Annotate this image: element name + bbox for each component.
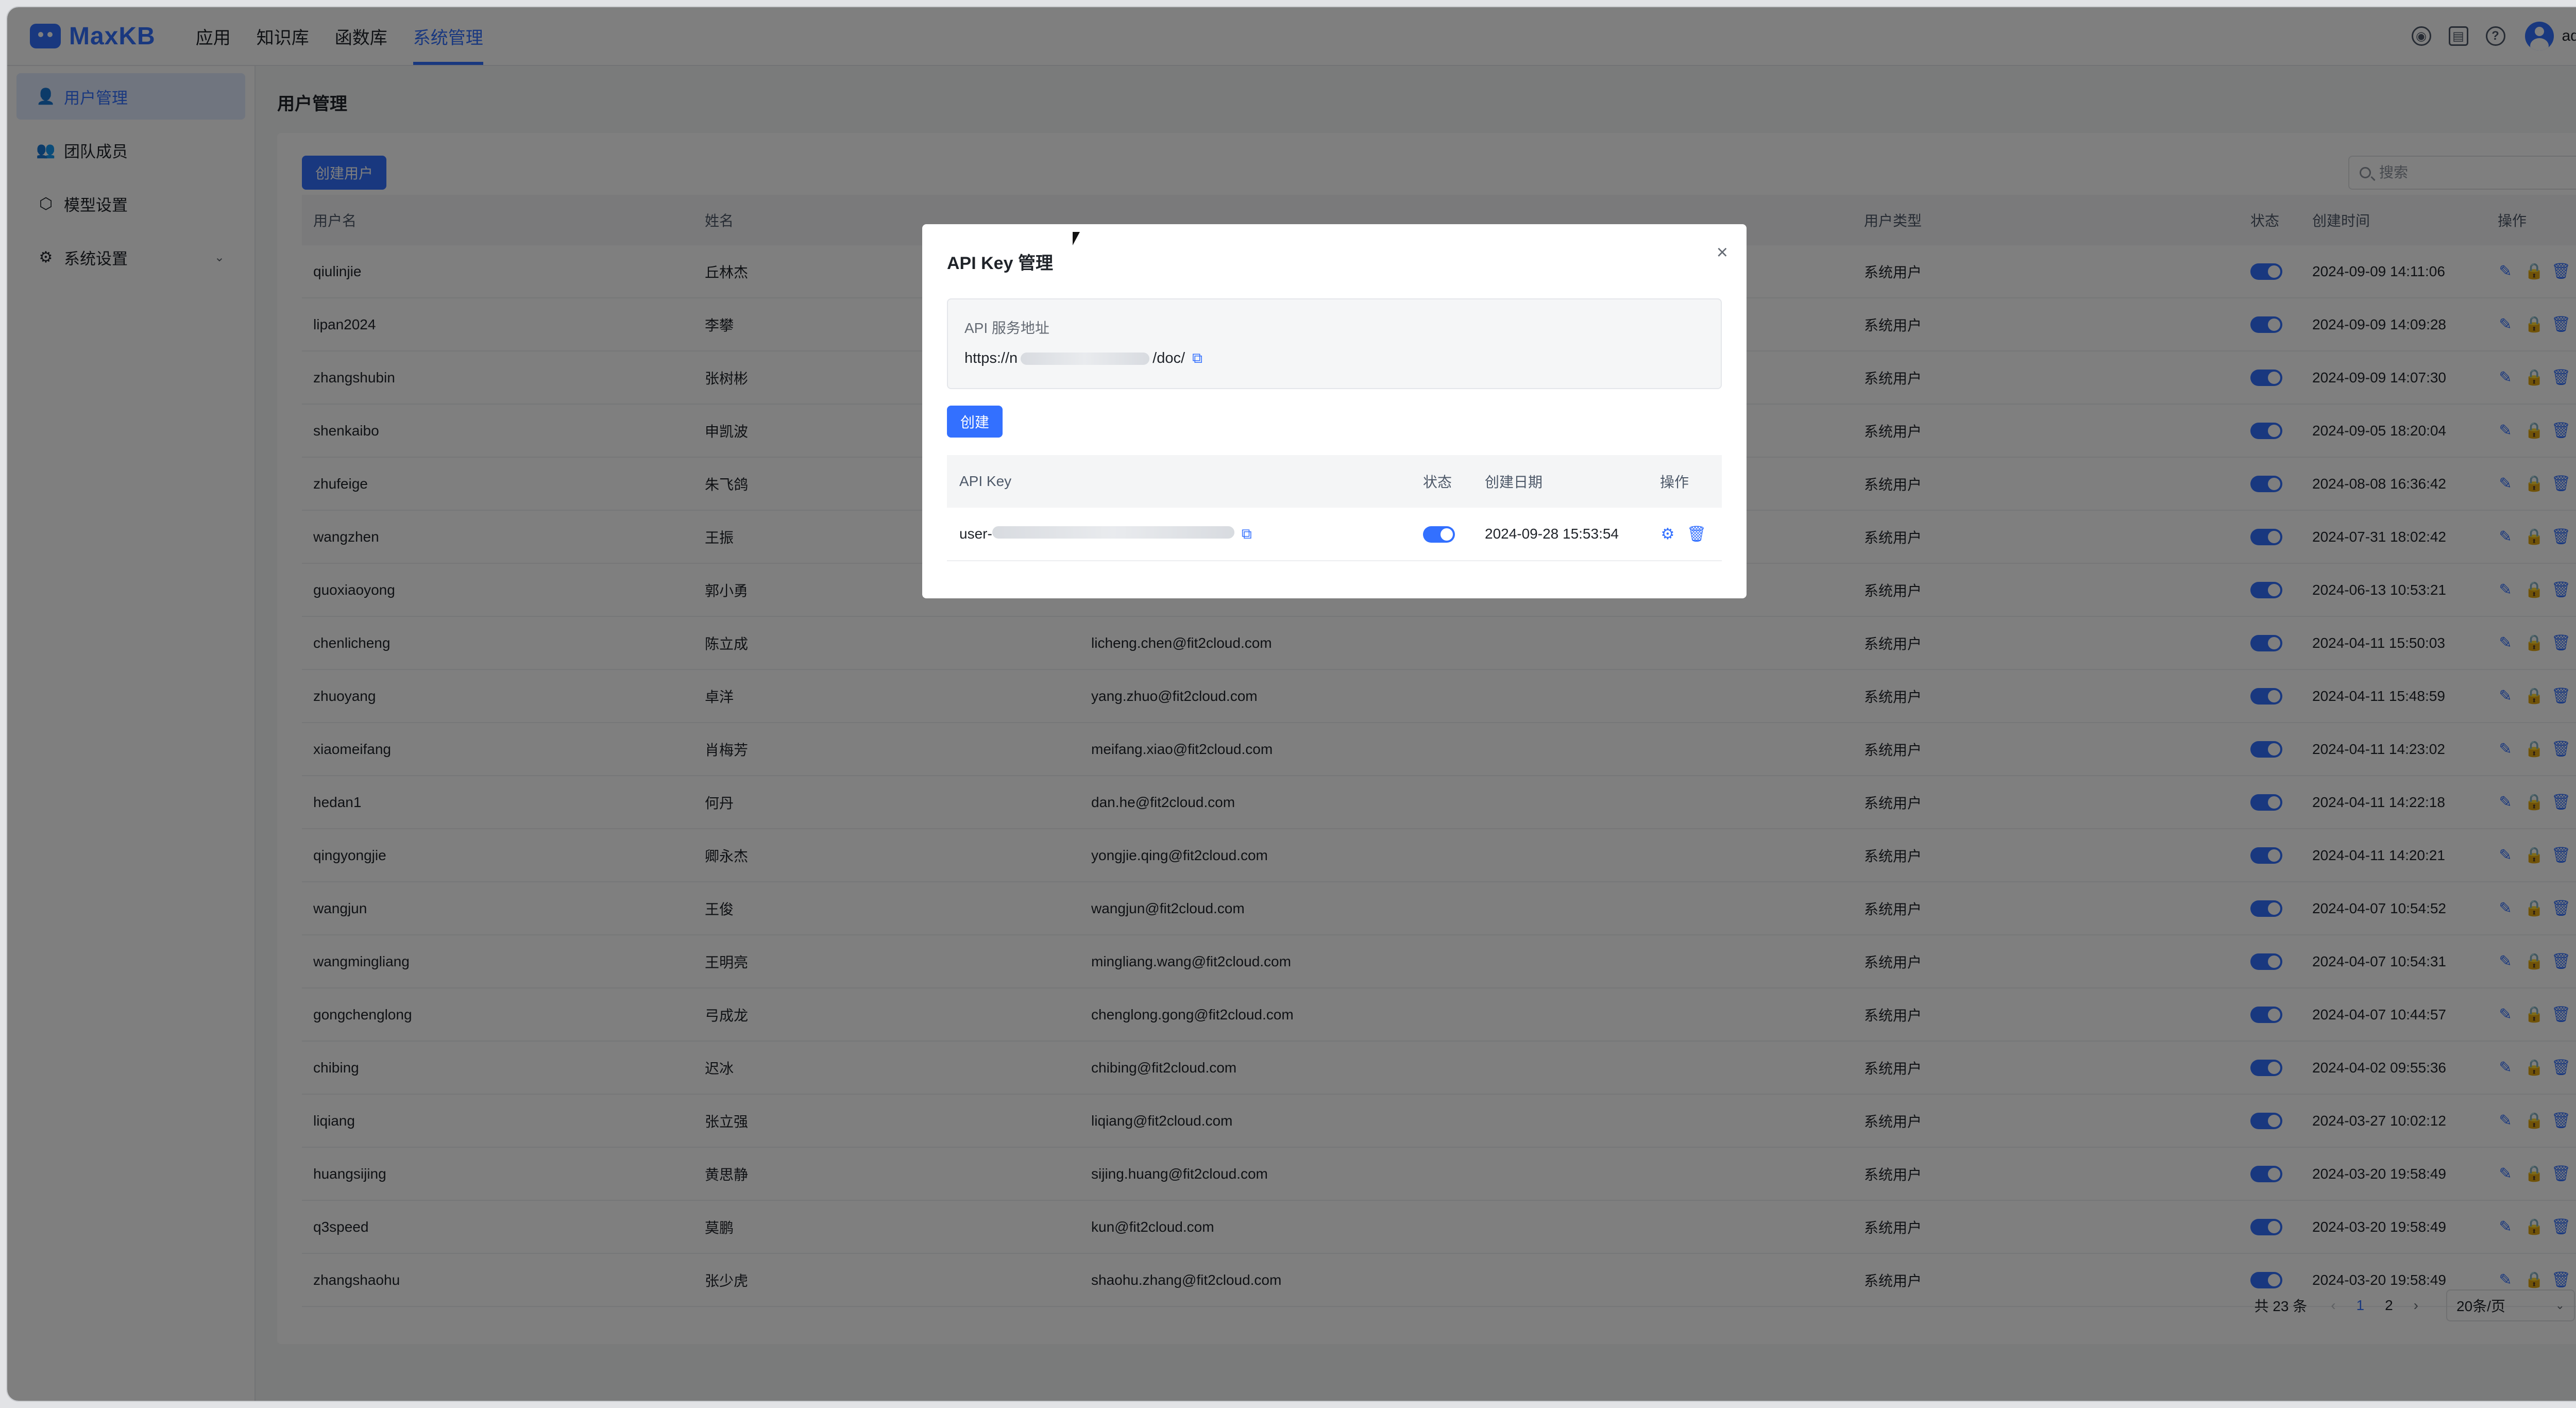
api-url-suffix: /doc/ <box>1153 350 1185 366</box>
api-key-prefix: user- <box>959 525 992 542</box>
redacted-text <box>1021 352 1150 365</box>
created-date-cell: 2024-09-28 15:53:54 <box>1472 508 1648 561</box>
copy-icon[interactable]: ⧉ <box>1242 526 1252 542</box>
col-actions: 操作 <box>1648 455 1722 508</box>
dialog-title: API Key 管理 <box>947 254 1053 273</box>
api-address-url: https://n /doc/ ⧉ <box>964 350 1202 367</box>
api-key-table: API Key 状态 创建日期 操作 user- ⧉ 2024-09-28 15:… <box>947 455 1722 561</box>
status-cell <box>1411 508 1472 561</box>
api-address-label: API 服务地址 <box>964 320 1049 336</box>
mouse-cursor-icon <box>1073 232 1080 245</box>
col-api-key: API Key <box>947 455 1411 508</box>
redacted-text <box>992 526 1234 539</box>
api-key-cell: user- ⧉ <box>947 508 1411 561</box>
actions-cell: ⚙ 🗑 <box>1648 508 1722 561</box>
create-api-key-button[interactable]: 创建 <box>947 406 1003 438</box>
close-icon[interactable]: × <box>1717 242 1728 264</box>
settings-icon[interactable]: ⚙ <box>1660 525 1675 543</box>
col-created-date: 创建日期 <box>1472 455 1648 508</box>
status-toggle[interactable] <box>1423 526 1455 543</box>
delete-icon[interactable]: 🗑 <box>1687 525 1706 543</box>
app-window: MaxKB 应用 知识库 函数库 系统管理 ◉ ▤ ? admin ▼ 👤 用户… <box>7 7 2576 1401</box>
api-key-dialog: API Key 管理 × API 服务地址 https://n /doc/ ⧉ … <box>922 224 1747 598</box>
api-address-box: API 服务地址 https://n /doc/ ⧉ <box>947 298 1722 389</box>
table-header-row: API Key 状态 创建日期 操作 <box>947 455 1722 508</box>
modal-overlay[interactable] <box>7 7 2576 1401</box>
table-row: user- ⧉ 2024-09-28 15:53:54 ⚙ 🗑 <box>947 508 1722 561</box>
col-status: 状态 <box>1411 455 1472 508</box>
copy-icon[interactable]: ⧉ <box>1192 350 1202 367</box>
api-url-prefix: https://n <box>964 350 1018 366</box>
